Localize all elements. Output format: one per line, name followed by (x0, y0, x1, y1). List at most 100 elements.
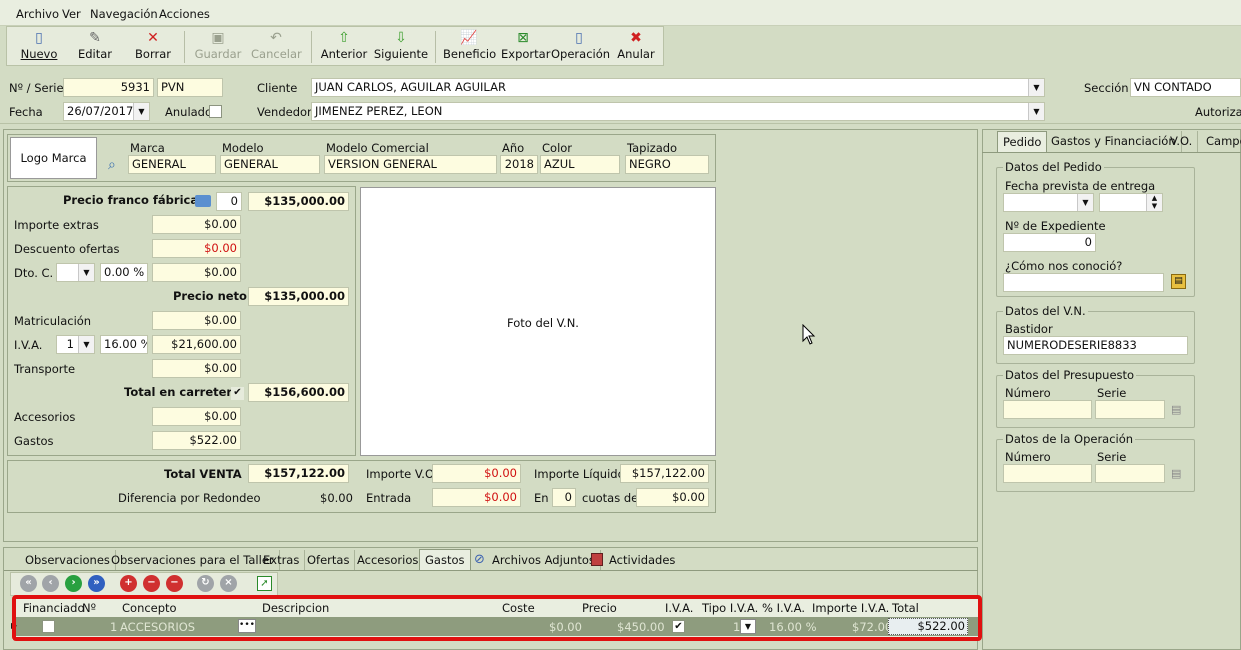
export-icon[interactable]: ➚ (257, 576, 272, 591)
add-icon[interactable]: + (120, 575, 137, 592)
calculator-icon[interactable] (195, 195, 211, 207)
beneficio-button[interactable]: 📈 Beneficio (443, 27, 496, 65)
seccion-field[interactable]: VN CONTADO (1130, 78, 1241, 97)
liquido-field[interactable]: $157,122.00 (620, 464, 709, 483)
siguiente-button[interactable]: ⇩ Siguiente (373, 27, 429, 65)
iva-field[interactable]: $21,600.00 (152, 335, 241, 354)
fecha-field[interactable]: 26/07/2017 ▼ (63, 102, 150, 121)
borrar-button[interactable]: ✕ Borrar (131, 27, 175, 65)
chevron-down-icon[interactable]: ▼ (78, 264, 94, 281)
color-field[interactable]: AZUL (540, 155, 620, 174)
hora-prev-field[interactable]: ▲ ▼ (1099, 193, 1163, 212)
calendar-icon (591, 553, 603, 566)
spinner-icon[interactable]: ▲ ▼ (1146, 194, 1162, 211)
acc-field[interactable]: $0.00 (152, 407, 241, 426)
tab-extras[interactable]: Extras (258, 550, 306, 571)
tab-vo[interactable]: V.O. (1165, 131, 1199, 152)
tab-observaciones-taller[interactable]: Observaciones para el Taller (106, 550, 280, 571)
delete-icon[interactable]: − (166, 575, 183, 592)
dto-combo[interactable]: ▼ (56, 263, 95, 282)
chevron-down-icon[interactable]: ▼ (1028, 103, 1044, 120)
tapizado-field[interactable]: NEGRO (625, 155, 709, 174)
presupuesto-numero-field[interactable] (1003, 400, 1092, 419)
tab-pedido[interactable]: Pedido (997, 131, 1048, 152)
conocio-field[interactable] (1003, 273, 1164, 292)
numero-field[interactable]: 5931 (63, 78, 154, 97)
gastos-field[interactable]: $522.00 (152, 431, 241, 450)
transp-field[interactable]: $0.00 (152, 359, 241, 378)
search-icon[interactable]: ⌕ (108, 157, 116, 173)
tab-archivos-adjuntos[interactable]: Archivos Adjuntos (487, 550, 601, 571)
exportar-button[interactable]: ⊠ Exportar (501, 27, 550, 65)
expediente-field[interactable]: 0 (1003, 233, 1096, 252)
tab-ofertas[interactable]: Ofertas (302, 550, 356, 571)
dto-pct-field[interactable]: 0.00 % (100, 263, 148, 282)
refresh-icon[interactable]: ↻ (197, 575, 214, 592)
tab-accesorios[interactable]: Accesorios (352, 550, 425, 571)
tab-campo[interactable]: Campo (1201, 131, 1241, 152)
pff-qty-field[interactable]: 0 (216, 192, 242, 211)
guardar-button[interactable]: ▣ Guardar (193, 27, 243, 65)
cuotas-field[interactable]: $0.00 (636, 488, 709, 507)
remove-icon[interactable]: − (143, 575, 160, 592)
cliente-combo[interactable]: JUAN CARLOS, AGUILAR AGUILAR ▼ (311, 78, 1045, 97)
cuotas-n-field[interactable]: 0 (552, 488, 576, 507)
anular-button[interactable]: ✖ Anular (615, 27, 657, 65)
extras-field[interactable]: $0.00 (152, 215, 241, 234)
chevron-down-icon[interactable]: ▼ (78, 336, 94, 353)
nuevo-button[interactable]: ▯ Nuevo (17, 27, 61, 65)
cancel-icon[interactable]: × (220, 575, 237, 592)
chart-icon: 📈 (460, 30, 478, 46)
menu-acciones[interactable]: Acciones (159, 7, 210, 21)
tab-gastos[interactable]: Gastos (419, 549, 471, 570)
pff-field[interactable]: $135,000.00 (248, 192, 349, 211)
transp-label: Transporte (14, 362, 76, 376)
play-icon[interactable]: › (65, 575, 82, 592)
cliente-label: Cliente (257, 81, 298, 95)
chevron-down-icon[interactable]: ▼ (1028, 79, 1044, 96)
iva-pct-field[interactable]: 16.00 % (100, 335, 148, 354)
dto-field[interactable]: $0.00 (152, 263, 241, 282)
operacion-numero-field[interactable] (1003, 464, 1092, 483)
list-icon[interactable]: ▤ (1171, 467, 1181, 480)
anterior-button[interactable]: ⇧ Anterior (319, 27, 369, 65)
chevron-down-icon[interactable]: ▼ (133, 103, 149, 120)
list-icon[interactable]: ▤ (1171, 403, 1181, 416)
editar-button[interactable]: ✎ Editar (73, 27, 117, 65)
fecha-label: Fecha (9, 105, 43, 119)
menu-archivo[interactable]: Archivo (16, 7, 59, 21)
cancelar-button[interactable]: ↶ Cancelar (251, 27, 302, 65)
operacion-button[interactable]: ▯ Operación (551, 27, 610, 65)
vo-field[interactable]: $0.00 (432, 464, 521, 483)
venta-field[interactable]: $157,122.00 (248, 464, 349, 483)
tab-actividades[interactable]: Actividades (604, 550, 680, 571)
menu-navegacion[interactable]: Navegación (90, 7, 158, 21)
serie-field[interactable]: PVN (157, 78, 223, 97)
tab-observaciones[interactable]: Observaciones (20, 550, 116, 571)
tab-gastos-financiacion[interactable]: Gastos y Financiación (1046, 131, 1182, 152)
desc-field[interactable]: $0.00 (152, 239, 241, 258)
carretera-field[interactable]: $156,600.00 (248, 383, 349, 402)
iva-tipo-combo[interactable]: 1 ▼ (56, 335, 95, 354)
anulado-checkbox[interactable] (209, 105, 222, 118)
first-record-icon[interactable]: « (20, 575, 37, 592)
operacion-serie-field[interactable] (1095, 464, 1165, 483)
marca-field[interactable]: GENERAL (128, 155, 216, 174)
last-record-icon[interactable]: » (88, 575, 105, 592)
prev-record-icon[interactable]: ‹ (42, 575, 59, 592)
comercial-field[interactable]: VERSION GENERAL (324, 155, 497, 174)
chevron-down-icon[interactable]: ▼ (1077, 194, 1093, 211)
neto-field[interactable]: $135,000.00 (248, 287, 349, 306)
presupuesto-serie-field[interactable] (1095, 400, 1165, 419)
menu-ver[interactable]: Ver (62, 7, 81, 21)
presupuesto-numero-label: Número (1005, 386, 1051, 400)
anio-field[interactable]: 2018 (500, 155, 538, 174)
matric-field[interactable]: $0.00 (152, 311, 241, 330)
fecha-prev-field[interactable]: ▼ (1003, 193, 1094, 212)
modelo-field[interactable]: GENERAL (220, 155, 320, 174)
vendedor-combo[interactable]: JIMENEZ PEREZ, LEON ▼ (311, 102, 1045, 121)
entrada-field[interactable]: $0.00 (432, 488, 521, 507)
bastidor-field[interactable]: NUMERODESERIE8833 (1003, 336, 1188, 355)
carretera-checkbox[interactable]: ✔ (231, 387, 244, 400)
lookup-icon[interactable]: ▤ (1171, 274, 1186, 289)
